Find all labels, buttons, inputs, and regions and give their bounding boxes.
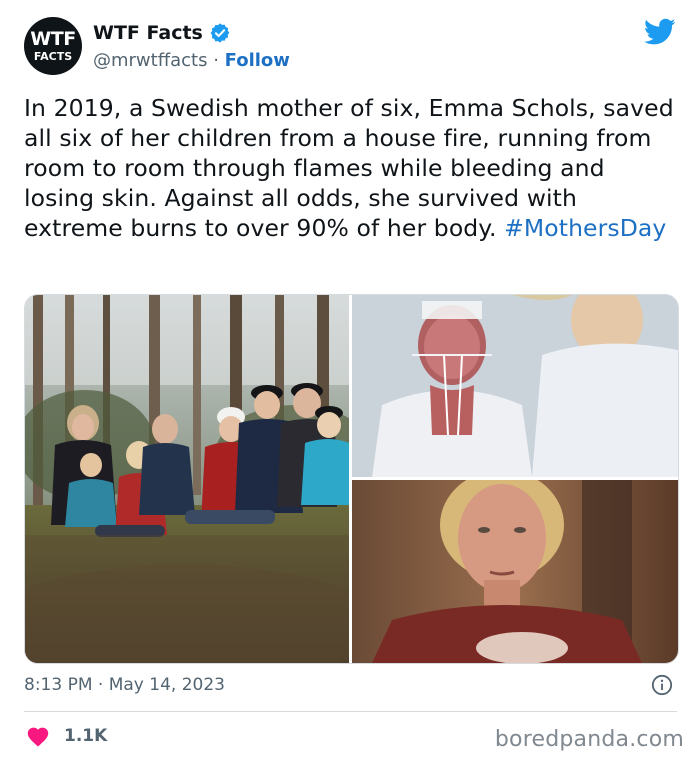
site-watermark: boredpanda.com bbox=[494, 727, 684, 752]
date-separator: · bbox=[92, 675, 109, 695]
timestamp[interactable]: 8:13 PM · May 14, 2023 bbox=[24, 675, 225, 695]
avatar[interactable]: WTF FACTS bbox=[24, 17, 82, 75]
hashtag-link[interactable]: #MothersDay bbox=[504, 214, 666, 242]
twitter-bird-icon[interactable] bbox=[644, 18, 676, 46]
follow-link[interactable]: Follow bbox=[225, 50, 290, 71]
separator-dot: · bbox=[207, 50, 225, 71]
avatar-text-line2: FACTS bbox=[33, 50, 73, 63]
portrait-photo[interactable] bbox=[352, 480, 678, 663]
divider bbox=[24, 711, 677, 712]
tweet-date: May 14, 2023 bbox=[108, 675, 225, 695]
tweet-time: 8:13 PM bbox=[24, 675, 93, 695]
handle-row: @mrwtffacts · Follow bbox=[93, 50, 290, 71]
like-count: 1.1K bbox=[64, 726, 108, 746]
author-name[interactable]: WTF Facts bbox=[93, 22, 203, 44]
heart-icon[interactable] bbox=[26, 725, 50, 747]
like-row[interactable]: 1.1K bbox=[26, 725, 107, 747]
verified-badge-icon bbox=[210, 23, 230, 43]
tweet-text: In 2019, a Swedish mother of six, Emma S… bbox=[24, 93, 674, 243]
avatar-text-line1: WTF bbox=[30, 28, 76, 50]
media-grid bbox=[24, 294, 679, 664]
family-photo[interactable] bbox=[25, 295, 349, 663]
author-name-row: WTF Facts bbox=[93, 22, 231, 44]
info-icon[interactable] bbox=[651, 674, 673, 696]
hospital-photo[interactable] bbox=[352, 295, 678, 477]
author-handle[interactable]: @mrwtffacts bbox=[93, 50, 207, 71]
